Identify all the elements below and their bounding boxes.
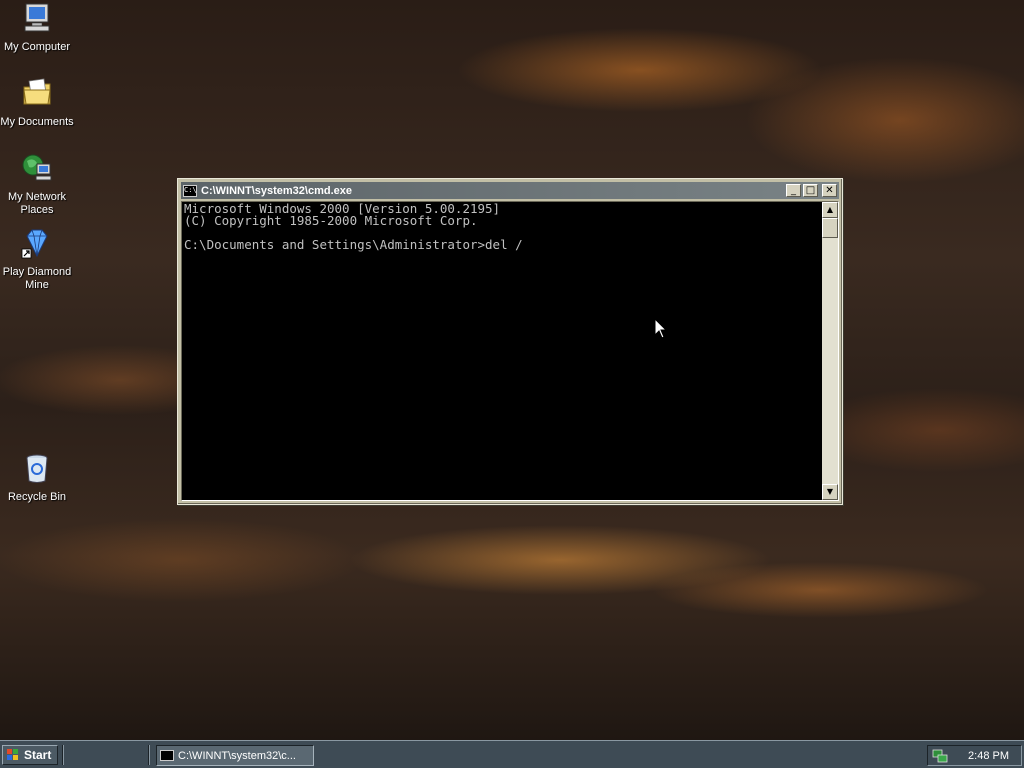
network-places-icon bbox=[22, 154, 52, 181]
diamond-mine-icon bbox=[21, 229, 48, 259]
desktop-icon-label: Play Diamond bbox=[2, 266, 72, 278]
clock[interactable]: 2:48 PM bbox=[968, 750, 1009, 762]
desktop: My Computer My Documents My Network Plac… bbox=[0, 0, 1024, 740]
scroll-down-button[interactable]: ▼ bbox=[822, 484, 838, 500]
start-label: Start bbox=[24, 748, 52, 762]
close-button[interactable]: ✕ bbox=[822, 184, 837, 197]
window-titlebar[interactable]: C:\ C:\WINNT\system32\cmd.exe _ □ ✕ bbox=[181, 182, 839, 199]
cmd-app-icon bbox=[160, 750, 174, 761]
console-prompt-line: C:\Documents and Settings\Administrator>… bbox=[184, 237, 523, 252]
start-button[interactable]: Start bbox=[2, 745, 58, 765]
desktop-icon-label: Recycle Bin bbox=[7, 491, 67, 503]
desktop-icon-my-documents[interactable]: My Documents bbox=[0, 77, 74, 129]
my-computer-icon bbox=[24, 3, 50, 32]
taskbar-separator bbox=[148, 745, 150, 765]
recycle-bin-icon bbox=[26, 454, 48, 483]
taskbar: Start C:\WINNT\system32\c... 2:48 PM bbox=[0, 740, 1024, 768]
desktop-icon-network-places[interactable]: My Network Places bbox=[0, 152, 74, 217]
taskbar-separator bbox=[62, 745, 64, 765]
console-area[interactable]: Microsoft Windows 2000 [Version 5.00.219… bbox=[181, 201, 839, 501]
windows-flag-icon bbox=[7, 749, 18, 760]
scroll-up-button[interactable]: ▲ bbox=[822, 202, 838, 218]
desktop-icon-my-computer[interactable]: My Computer bbox=[0, 2, 74, 54]
desktop-icon-diamond-mine[interactable]: Play Diamond Mine bbox=[0, 227, 74, 292]
desktop-icon-label: My Computer bbox=[3, 41, 71, 53]
my-documents-icon bbox=[23, 78, 51, 105]
desktop-icon-label: Mine bbox=[25, 279, 49, 291]
taskbar-item-label: C:\WINNT\system32\c... bbox=[178, 749, 296, 762]
desktop-icon-recycle-bin[interactable]: Recycle Bin bbox=[0, 452, 74, 504]
quick-launch-area[interactable] bbox=[66, 745, 144, 765]
desktop-icon-label: My Documents bbox=[0, 116, 74, 128]
minimize-button[interactable]: _ bbox=[786, 184, 801, 197]
window-title: C:\WINNT\system32\cmd.exe bbox=[201, 184, 352, 197]
vertical-scrollbar[interactable]: ▲ ▼ bbox=[822, 202, 838, 500]
desktop-icon-label: Places bbox=[20, 204, 54, 216]
scroll-thumb[interactable] bbox=[822, 218, 838, 238]
console-output[interactable]: Microsoft Windows 2000 [Version 5.00.219… bbox=[184, 203, 818, 500]
system-tray: 2:48 PM bbox=[927, 745, 1022, 766]
console-line: (C) Copyright 1985-2000 Microsoft Corp. bbox=[184, 213, 478, 228]
desktop-icon-label: My Network bbox=[7, 191, 67, 203]
network-tray-icon[interactable] bbox=[932, 749, 948, 763]
mouse-cursor-icon bbox=[654, 318, 668, 339]
cmd-window[interactable]: C:\ C:\WINNT\system32\cmd.exe _ □ ✕ Micr… bbox=[177, 178, 843, 505]
taskbar-item-cmd[interactable]: C:\WINNT\system32\c... bbox=[156, 745, 314, 766]
cmd-app-icon: C:\ bbox=[183, 184, 197, 197]
maximize-button[interactable]: □ bbox=[803, 184, 818, 197]
